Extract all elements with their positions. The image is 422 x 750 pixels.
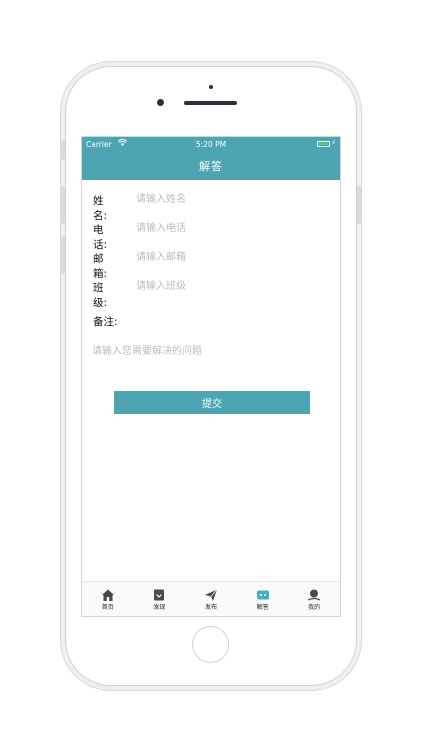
tab-profile-label: 我的 bbox=[308, 604, 321, 611]
profile-icon bbox=[307, 587, 321, 601]
tab-answer-label: 解答 bbox=[256, 604, 269, 611]
proximity-sensor bbox=[209, 85, 213, 89]
tab-answer[interactable]: 解答 bbox=[239, 587, 287, 611]
tab-profile[interactable]: 我的 bbox=[290, 587, 338, 611]
carrier-name: Carrier bbox=[86, 140, 112, 149]
front-camera bbox=[157, 99, 164, 106]
tab-discover-label: 发现 bbox=[153, 604, 166, 611]
volume-up-button bbox=[61, 186, 65, 224]
battery-icon bbox=[317, 141, 330, 147]
tab-publish[interactable]: 发布 bbox=[187, 587, 235, 611]
power-button bbox=[357, 186, 361, 224]
tab-home[interactable]: 首页 bbox=[84, 587, 132, 611]
remark-textarea[interactable] bbox=[92, 342, 327, 364]
class-label: 班级: bbox=[93, 282, 108, 309]
phone-label: 电话: bbox=[93, 224, 108, 251]
status-bar: Carrier 5:20 PM ⚡ bbox=[86, 139, 336, 150]
home-icon bbox=[101, 587, 115, 601]
status-time: 5:20 PM bbox=[195, 140, 227, 149]
email-input[interactable] bbox=[136, 249, 306, 265]
tab-publish-label: 发布 bbox=[204, 604, 217, 611]
chat-icon bbox=[256, 587, 270, 601]
send-icon bbox=[204, 587, 218, 601]
earpiece-speaker bbox=[184, 101, 237, 105]
tab-bar: 首页 发现 发布 解答 我的 bbox=[82, 581, 340, 616]
mute-switch bbox=[61, 140, 65, 160]
remark-label: 备注: bbox=[93, 316, 118, 328]
tab-discover[interactable]: 发现 bbox=[135, 587, 183, 611]
submit-button[interactable]: 提交 bbox=[114, 391, 310, 414]
discover-icon bbox=[152, 587, 166, 601]
name-input[interactable] bbox=[136, 191, 306, 207]
name-label: 姓名: bbox=[93, 195, 108, 222]
phone-input[interactable] bbox=[136, 220, 306, 236]
class-input[interactable] bbox=[136, 278, 306, 294]
tab-home-label: 首页 bbox=[101, 604, 114, 611]
volume-down-button bbox=[61, 236, 65, 274]
header-bar: Carrier 5:20 PM ⚡ 解答 bbox=[82, 137, 340, 180]
email-label: 邮箱: bbox=[93, 253, 108, 280]
app-screen: Carrier 5:20 PM ⚡ 解答 姓名: 电话: 邮箱: 班级: 备注:… bbox=[81, 136, 341, 617]
home-button[interactable] bbox=[192, 626, 229, 663]
page-title: 解答 bbox=[199, 160, 223, 173]
wifi-icon bbox=[117, 139, 128, 148]
charging-icon: ⚡ bbox=[331, 139, 336, 147]
